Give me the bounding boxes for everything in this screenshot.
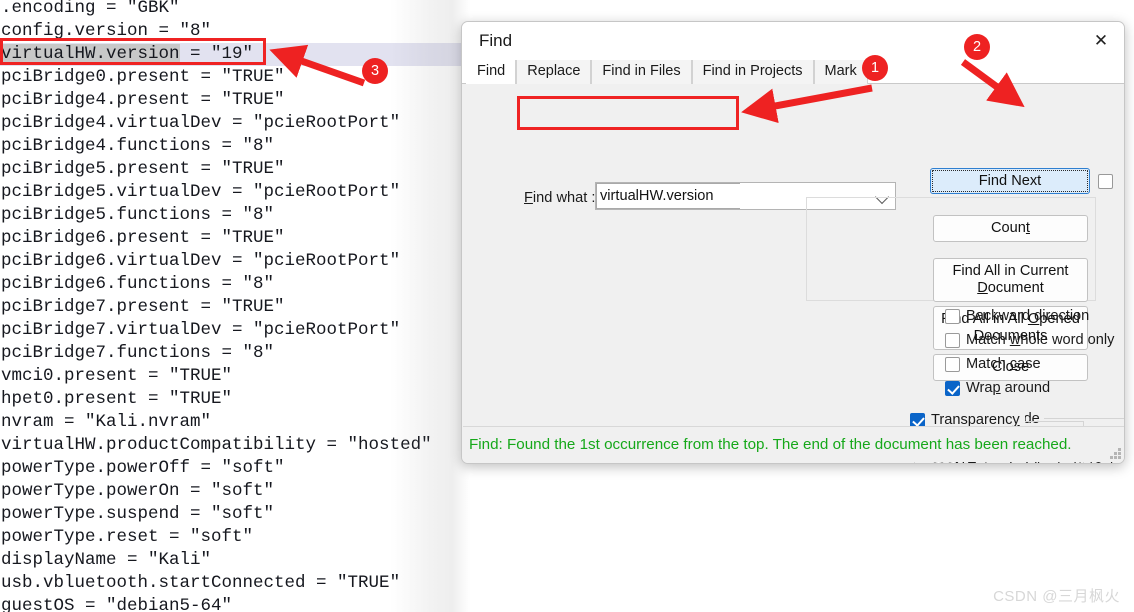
- count-button[interactable]: Coun t: [933, 215, 1088, 242]
- checkbox-box: [945, 356, 960, 372]
- code-line[interactable]: pciBridge6.present = "TRUE": [0, 227, 285, 250]
- close-icon[interactable]: ✕: [1078, 22, 1124, 60]
- code-line[interactable]: pciBridge4.present = "TRUE": [0, 89, 285, 112]
- code-line[interactable]: pciBridge5.functions = "8": [0, 204, 274, 227]
- tab-mark[interactable]: Mark: [813, 60, 868, 84]
- find-next-extra-checkbox[interactable]: [1098, 174, 1113, 189]
- find-what-input[interactable]: [596, 183, 740, 209]
- code-line-text: = "19": [179, 44, 254, 64]
- checkbox-box: [945, 380, 960, 396]
- tab-find-in-files[interactable]: Find in Files: [591, 60, 692, 84]
- find-dialog[interactable]: Find ✕ Find Replace Find in Files Find in P…: [461, 21, 1125, 464]
- checkbox-label: Wrap around: [966, 380, 1051, 396]
- status-message: Find: Found the 1st occurrence from the …: [469, 436, 1072, 453]
- code-line[interactable]: powerType.powerOn = "soft": [0, 480, 274, 503]
- resize-grip[interactable]: [1109, 447, 1121, 459]
- code-line[interactable]: nvram = "Kali.nvram": [0, 411, 211, 434]
- find-all-current-document-button[interactable]: Find All in Current Document: [933, 258, 1088, 302]
- code-line[interactable]: pciBridge7.virtualDev = "pcieRootPort": [0, 319, 400, 342]
- code-line[interactable]: pciBridge6.virtualDev = "pcieRootPort": [0, 250, 400, 273]
- code-line[interactable]: vmci0.present = "TRUE": [0, 365, 232, 388]
- checkbox-label: Match whole word only: [966, 332, 1115, 348]
- find-next-button[interactable]: Find Next: [930, 168, 1090, 194]
- dialog-status-bar: Find: Found the 1st occurrence from the …: [463, 426, 1124, 462]
- code-line[interactable]: pciBridge6.functions = "8": [0, 273, 274, 296]
- code-line[interactable]: hpet0.present = "TRUE": [0, 388, 232, 411]
- code-line[interactable]: virtualHW.version = "19": [0, 43, 470, 66]
- code-line[interactable]: guestOS = "debian5-64": [0, 595, 232, 612]
- watermark: CSDN @三月枫火: [993, 588, 1120, 605]
- code-line[interactable]: pciBridge5.present = "TRUE": [0, 158, 285, 181]
- code-line[interactable]: virtualHW.productCompatibility = "hosted…: [0, 434, 432, 457]
- dialog-tab-strip[interactable]: Find Replace Find in Files Find in Projects…: [462, 60, 1124, 84]
- code-line[interactable]: powerType.suspend = "soft": [0, 503, 274, 526]
- checkbox-box: [945, 308, 960, 324]
- dialog-title: Find: [479, 31, 513, 50]
- checkbox-label: Backward direction: [966, 308, 1090, 324]
- find-what-label: Find what :: [524, 190, 596, 206]
- dialog-body: Find what : Find Next Count Find All in …: [462, 84, 1124, 463]
- checkbox-match-whole-word-only[interactable]: Match whole word only: [945, 332, 1114, 348]
- checkbox-label: Match case: [966, 356, 1041, 372]
- tab-find[interactable]: Find: [466, 60, 517, 84]
- selected-text: virtualHW.version: [1, 44, 180, 64]
- checkbox-backward-direction[interactable]: Backward direction: [945, 308, 1089, 324]
- code-line[interactable]: pciBridge4.virtualDev = "pcieRootPort": [0, 112, 400, 135]
- code-line[interactable]: pciBridge5.virtualDev = "pcieRootPort": [0, 181, 400, 204]
- code-line[interactable]: .encoding = "GBK": [0, 0, 180, 20]
- screenshot-root: .encoding = "GBK" config.version = "8" vir…: [0, 0, 1134, 612]
- checkbox-wrap-around[interactable]: Wrap around: [945, 380, 1050, 396]
- editor-edge-shadow: [390, 0, 470, 612]
- code-line[interactable]: usb.vbluetooth.startConnected = "TRUE": [0, 572, 400, 595]
- code-line[interactable]: pciBridge7.functions = "8": [0, 342, 274, 365]
- code-line[interactable]: displayName = "Kali": [0, 549, 211, 572]
- code-line[interactable]: pciBridge4.functions = "8": [0, 135, 274, 158]
- tab-find-in-projects[interactable]: Find in Projects: [691, 60, 814, 84]
- code-line[interactable]: config.version = "8": [0, 20, 211, 43]
- text-editor-pane[interactable]: .encoding = "GBK" config.version = "8" vir…: [0, 0, 470, 612]
- dialog-title-bar[interactable]: Find ✕: [462, 22, 1124, 60]
- code-line[interactable]: pciBridge0.present = "TRUE": [0, 66, 285, 89]
- checkbox-box: [945, 332, 960, 348]
- tab-replace[interactable]: Replace: [516, 60, 592, 84]
- code-line[interactable]: pciBridge7.present = "TRUE": [0, 296, 285, 319]
- checkbox-match-case[interactable]: Match case: [945, 356, 1041, 372]
- code-line[interactable]: powerType.reset = "soft": [0, 526, 253, 549]
- code-line[interactable]: powerType.powerOff = "soft": [0, 457, 285, 480]
